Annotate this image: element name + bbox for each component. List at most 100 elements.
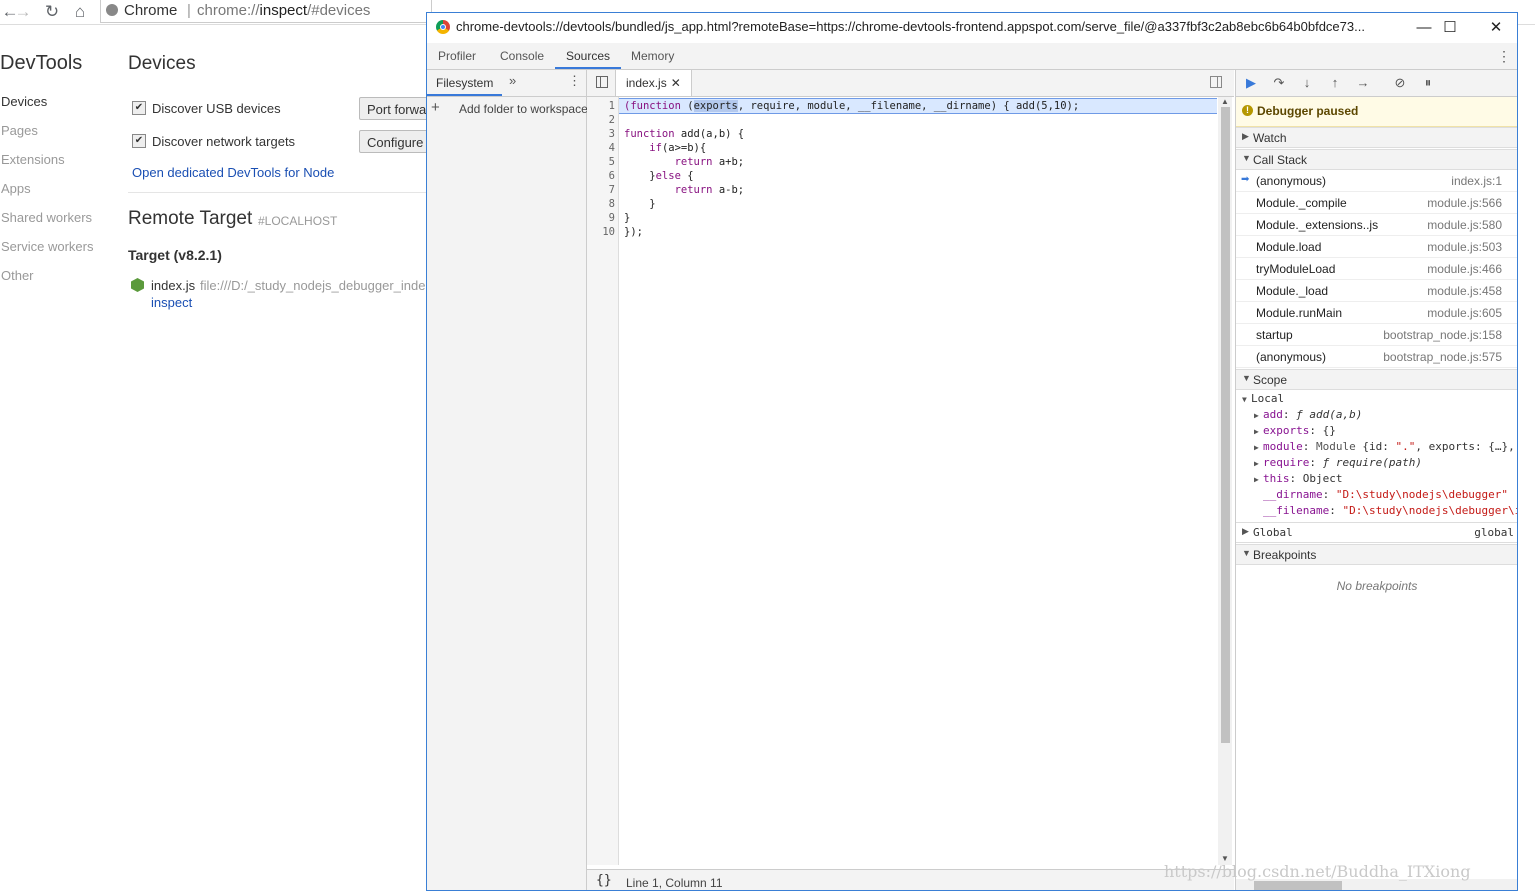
navigator-menu-icon[interactable]: ⋮ <box>568 73 581 89</box>
kebab-menu-icon[interactable]: ⋮ <box>1497 48 1511 65</box>
close-tab-icon[interactable]: ✕ <box>671 76 681 90</box>
line-number[interactable]: 10 <box>602 225 615 239</box>
line-number[interactable]: 9 <box>609 211 615 225</box>
omnibox-url[interactable]: chrome://inspect/#devices <box>197 2 370 19</box>
inspect-nav-pages[interactable]: Pages <box>1 123 38 138</box>
frame-location[interactable]: module.js:605 <box>1427 306 1502 320</box>
deactivate-breakpoints-icon[interactable]: ⊘ <box>1391 74 1409 92</box>
tab-profiler[interactable]: Profiler <box>427 43 487 69</box>
step-over-icon[interactable]: ↷ <box>1270 74 1288 92</box>
maximize-icon[interactable]: ☐ <box>1435 17 1465 39</box>
step-into-icon[interactable]: ↓ <box>1298 74 1316 92</box>
resume-icon[interactable]: ▶ <box>1242 74 1260 92</box>
toggle-debugger-icon[interactable] <box>1210 76 1222 88</box>
frame-location[interactable]: bootstrap_node.js:575 <box>1383 350 1502 364</box>
line-number[interactable]: 7 <box>609 183 615 197</box>
breakpoints-section-header[interactable]: ▼ Breakpoints <box>1236 544 1517 565</box>
tab-sources[interactable]: Sources <box>555 43 622 69</box>
inspect-nav-other[interactable]: Other <box>1 268 34 283</box>
expanded-arrow-icon: ▼ <box>1242 548 1251 558</box>
inspect-link[interactable]: inspect <box>151 295 192 310</box>
inspect-nav-extensions[interactable]: Extensions <box>1 152 65 167</box>
frame-location[interactable]: module.js:466 <box>1427 262 1502 276</box>
debugger-paused-banner: ! Debugger paused <box>1236 97 1517 127</box>
frame-name: Module.load <box>1256 240 1322 254</box>
call-frame[interactable]: Module.load module.js:503 <box>1236 236 1517 258</box>
editor-file-tab[interactable]: index.js ✕ <box>615 70 692 96</box>
inspect-nav-apps[interactable]: Apps <box>1 181 31 196</box>
reload-icon[interactable]: ↻ <box>42 2 62 22</box>
url-host: inspect <box>259 2 308 19</box>
tab-memory[interactable]: Memory <box>620 43 685 69</box>
forward-icon[interactable]: → <box>13 2 33 22</box>
frame-location[interactable]: module.js:580 <box>1427 218 1502 232</box>
scope-property[interactable]: ▶ this: Object <box>1254 471 1342 488</box>
frame-name: Module.runMain <box>1256 306 1343 320</box>
editor-scrollbar[interactable]: ▲ ▼ <box>1218 97 1232 865</box>
toggle-navigator-icon[interactable] <box>596 76 608 88</box>
call-frame[interactable]: Module._extensions..js module.js:580 <box>1236 214 1517 236</box>
no-breakpoints-message: No breakpoints <box>1336 579 1418 593</box>
frame-location[interactable]: bootstrap_node.js:158 <box>1383 328 1502 342</box>
code-line-7: return a-b; <box>674 184 745 196</box>
devtools-window: chrome-devtools://devtools/bundled/js_ap… <box>426 12 1518 891</box>
call-frame[interactable]: startup bootstrap_node.js:158 <box>1236 324 1517 346</box>
step-icon[interactable]: → <box>1354 74 1372 92</box>
current-frame-arrow-icon: ➡ <box>1241 174 1250 185</box>
call-frame[interactable]: ➡ (anonymous) index.js:1 <box>1236 170 1517 192</box>
add-folder-button[interactable]: Add folder to workspace <box>459 102 588 116</box>
scope-section-header[interactable]: ▼ Scope <box>1236 369 1517 390</box>
scrollbar-thumb[interactable] <box>1254 881 1342 890</box>
line-number[interactable]: 5 <box>609 155 615 169</box>
window-title: chrome-devtools://devtools/bundled/js_ap… <box>456 19 1365 34</box>
info-icon: ! <box>1242 105 1253 116</box>
tab-filesystem[interactable]: Filesystem <box>427 70 503 96</box>
call-stack-section-header[interactable]: ▼ Call Stack <box>1236 149 1517 170</box>
line-number[interactable]: 4 <box>609 141 615 155</box>
step-out-icon[interactable]: ↑ <box>1326 74 1344 92</box>
line-number[interactable]: 2 <box>609 113 615 127</box>
scrollbar-thumb[interactable] <box>1221 107 1230 743</box>
call-frame[interactable]: Module._compile module.js:566 <box>1236 192 1517 214</box>
line-number[interactable]: 1 <box>609 99 615 113</box>
home-icon[interactable]: ⌂ <box>70 2 90 22</box>
scope-property[interactable]: ▶ add: ƒ add(a,b) <box>1254 407 1362 424</box>
line-number[interactable]: 6 <box>609 169 615 183</box>
line-number[interactable]: 3 <box>609 127 615 141</box>
discover-network-checkbox[interactable]: ✔ <box>132 134 146 148</box>
tab-console[interactable]: Console <box>489 43 555 69</box>
scope-local[interactable]: ▼ Local <box>1242 391 1284 408</box>
inspect-nav-devices[interactable]: Devices <box>1 94 47 109</box>
frame-name: (anonymous) <box>1256 350 1327 364</box>
more-tabs-icon[interactable]: » <box>509 73 516 88</box>
frame-location[interactable]: module.js:566 <box>1427 196 1502 210</box>
frame-location[interactable]: index.js:1 <box>1451 174 1502 188</box>
call-frame[interactable]: Module._load module.js:458 <box>1236 280 1517 302</box>
collapsed-arrow-icon: ▶ <box>1242 131 1249 141</box>
frame-location[interactable]: module.js:503 <box>1427 240 1502 254</box>
scope-property[interactable]: ▶ require: ƒ require(path) <box>1254 455 1422 472</box>
scope-property[interactable]: ▶ exports: {} <box>1254 423 1336 440</box>
call-frame[interactable]: tryModuleLoad module.js:466 <box>1236 258 1517 280</box>
discover-usb-checkbox[interactable]: ✔ <box>132 101 146 115</box>
pretty-print-icon[interactable]: {} <box>596 873 612 888</box>
editor-statusbar: {} Line 1, Column 11 <box>587 869 1234 890</box>
call-frame[interactable]: (anonymous) bootstrap_node.js:575 <box>1236 346 1517 368</box>
scope-global-row[interactable]: ▶ Global global <box>1236 522 1517 543</box>
navigator-tabbar: Filesystem » ⋮ <box>427 70 586 97</box>
window-titlebar[interactable]: chrome-devtools://devtools/bundled/js_ap… <box>427 13 1517 43</box>
code-editor[interactable]: (function (exports, require, module, __f… <box>619 97 1217 865</box>
call-frame[interactable]: Module.runMain module.js:605 <box>1236 302 1517 324</box>
line-number[interactable]: 8 <box>609 197 615 211</box>
scroll-up-icon[interactable]: ▲ <box>1221 97 1229 106</box>
pause-on-exceptions-icon[interactable]: ⏸ <box>1419 74 1437 92</box>
inspect-nav-shared-workers[interactable]: Shared workers <box>1 210 92 225</box>
scope-property: __dirname: "D:\study\nodejs\debugger" <box>1263 488 1509 501</box>
section-title: Scope <box>1253 373 1288 387</box>
open-node-devtools-link[interactable]: Open dedicated DevTools for Node <box>132 165 334 180</box>
scope-property[interactable]: ▶ module: Module {id: ".", exports: {…}, <box>1254 439 1515 456</box>
frame-location[interactable]: module.js:458 <box>1427 284 1502 298</box>
inspect-nav-service-workers[interactable]: Service workers <box>1 239 93 254</box>
watch-section-header[interactable]: ▶ Watch <box>1236 127 1517 148</box>
close-icon[interactable]: ✕ <box>1481 17 1511 39</box>
